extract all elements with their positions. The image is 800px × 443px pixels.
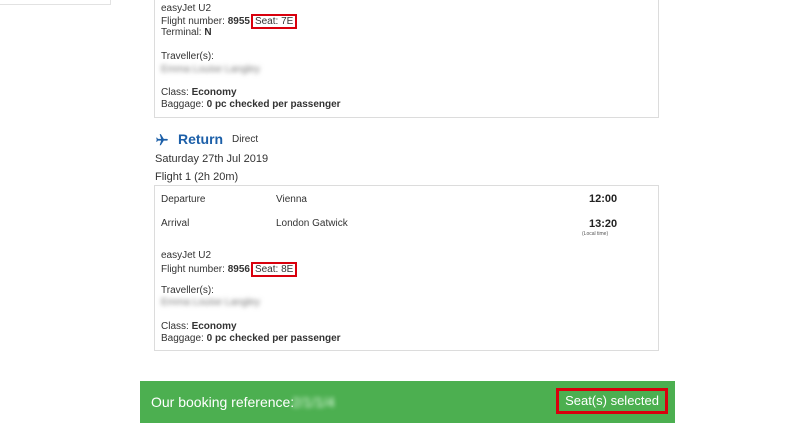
return-airline: easyJet U2	[161, 250, 212, 261]
return-title: Return	[178, 131, 224, 147]
seats-selected-button[interactable]: Seat(s) selected	[556, 388, 668, 414]
return-baggage-row: Baggage: 0 pc checked per passenger	[161, 333, 341, 345]
outbound-class-label: Class:	[161, 87, 189, 98]
outbound-flight-card: easyJet U2 Flight number: 8955 Seat: 7E T…	[154, 0, 659, 118]
outbound-class-value: Economy	[191, 87, 237, 98]
return-baggage-value: 0 pc checked per passenger	[206, 333, 341, 344]
outbound-flight-number: 8955	[227, 16, 250, 27]
arrival-city: London Gatwick	[276, 218, 348, 229]
return-date: Saturday 27th Jul 2019	[155, 153, 269, 165]
outbound-travellers-label: Traveller(s):	[161, 51, 214, 62]
arrival-time: 13:20	[589, 218, 618, 230]
return-type: Direct	[232, 134, 259, 145]
return-travellers-label: Traveller(s):	[161, 285, 214, 296]
return-baggage-label: Baggage:	[161, 333, 204, 344]
return-class-label: Class:	[161, 321, 189, 332]
outbound-flight-number-label: Flight number:	[161, 16, 225, 27]
return-flight-card: Departure Vienna 12:00 Arrival London Ga…	[154, 185, 659, 351]
return-flight-number: 8956	[227, 264, 250, 275]
outbound-terminal: N	[204, 27, 212, 38]
return-seat: Seat: 8E	[250, 262, 298, 277]
local-time-note: (Local time)	[582, 231, 609, 237]
booking-reference-label: Our booking reference:	[151, 394, 295, 410]
return-flight-number-label: Flight number:	[161, 264, 225, 275]
departure-city: Vienna	[276, 194, 307, 205]
departure-time: 12:00	[589, 193, 618, 205]
outbound-baggage-label: Baggage:	[161, 99, 204, 110]
airplane-icon	[156, 134, 168, 146]
outbound-terminal-row: Terminal: N	[161, 27, 212, 39]
return-flight-number-row: Flight number: 8956 Seat: 8E	[161, 262, 298, 277]
return-traveller-name: Emma Louise Langley	[161, 297, 260, 308]
outbound-terminal-label: Terminal:	[161, 27, 202, 38]
outbound-baggage-value: 0 pc checked per passenger	[206, 99, 341, 110]
booking-reference-value: 2/1/1/4	[292, 394, 335, 410]
booking-reference-bar: Our booking reference: 2/1/1/4 Seat(s) s…	[140, 381, 675, 423]
return-class-row: Class: Economy	[161, 321, 237, 333]
departure-label: Departure	[161, 194, 206, 205]
outbound-baggage-row: Baggage: 0 pc checked per passenger	[161, 99, 341, 111]
outbound-seat: Seat: 7E	[250, 14, 298, 29]
arrival-label: Arrival	[161, 218, 190, 229]
outbound-class-row: Class: Economy	[161, 87, 237, 99]
previous-panel-edge	[0, 0, 111, 5]
return-class-value: Economy	[191, 321, 237, 332]
return-flight-info: Flight 1 (2h 20m)	[155, 171, 239, 183]
outbound-traveller-name: Emma Louise Langley	[161, 64, 260, 75]
